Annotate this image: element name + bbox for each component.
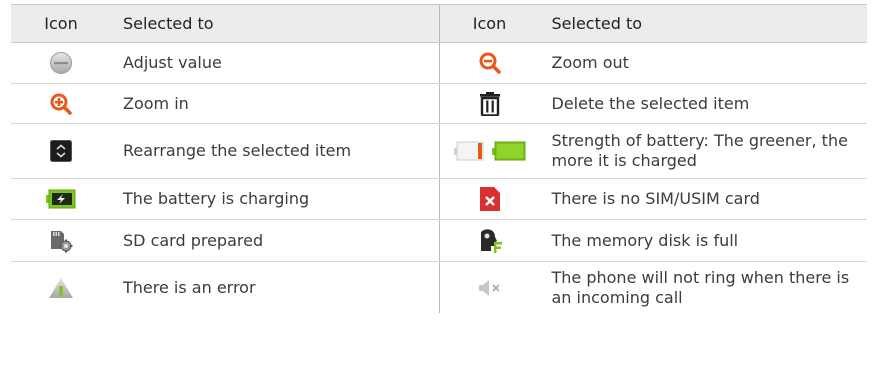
zoom-out-icon bbox=[440, 43, 540, 83]
row-description: The memory disk is full bbox=[551, 230, 739, 250]
row-description: The battery is charging bbox=[123, 189, 310, 208]
row-description: Delete the selected item bbox=[551, 93, 750, 113]
row-description: Zoom in bbox=[123, 93, 189, 113]
table-header: Icon Selected to Icon Selected to bbox=[11, 5, 867, 43]
icon-reference-table: Icon Selected to Icon Selected to Adjust… bbox=[11, 4, 867, 313]
sd-card-prepared-icon bbox=[11, 220, 111, 261]
adjust-value-icon bbox=[11, 43, 111, 83]
row-description: Zoom out bbox=[551, 53, 629, 72]
table-row: Adjust value Zoom out bbox=[11, 43, 867, 84]
row-description: The phone will not ring when there is an… bbox=[551, 267, 850, 307]
icon-reference-page: Icon Selected to Icon Selected to Adjust… bbox=[0, 0, 877, 366]
rearrange-icon bbox=[11, 124, 111, 178]
header-icon-column: Icon bbox=[44, 14, 78, 33]
row-description: There is an error bbox=[123, 277, 256, 297]
zoom-in-icon bbox=[11, 84, 111, 123]
row-description: Adjust value bbox=[123, 53, 222, 72]
error-icon bbox=[11, 262, 111, 313]
header-icon-column: Icon bbox=[472, 14, 507, 33]
header-selected-to-column: Selected to bbox=[123, 13, 214, 33]
row-description: Strength of battery: The greener, the mo… bbox=[551, 131, 848, 170]
row-description: SD card prepared bbox=[123, 230, 264, 250]
memory-full-icon bbox=[440, 220, 540, 261]
table-row: There is an error The phone will not rin… bbox=[11, 262, 867, 313]
battery-strength-icon bbox=[440, 124, 540, 178]
table-row: SD card prepared The memory disk is full bbox=[11, 220, 867, 262]
table-row: Rearrange the selected item Strength of … bbox=[11, 124, 867, 179]
no-sim-icon bbox=[440, 179, 540, 219]
table-row: Zoom in Delete the selected item bbox=[11, 84, 867, 124]
table-row: The battery is charging There is no SIM/… bbox=[11, 179, 867, 220]
header-selected-to-column: Selected to bbox=[551, 13, 643, 33]
delete-icon bbox=[440, 84, 540, 123]
silent-ring-icon bbox=[440, 262, 540, 313]
row-description: Rearrange the selected item bbox=[123, 141, 352, 160]
battery-charging-icon bbox=[11, 179, 111, 219]
row-description: There is no SIM/USIM card bbox=[551, 189, 760, 208]
